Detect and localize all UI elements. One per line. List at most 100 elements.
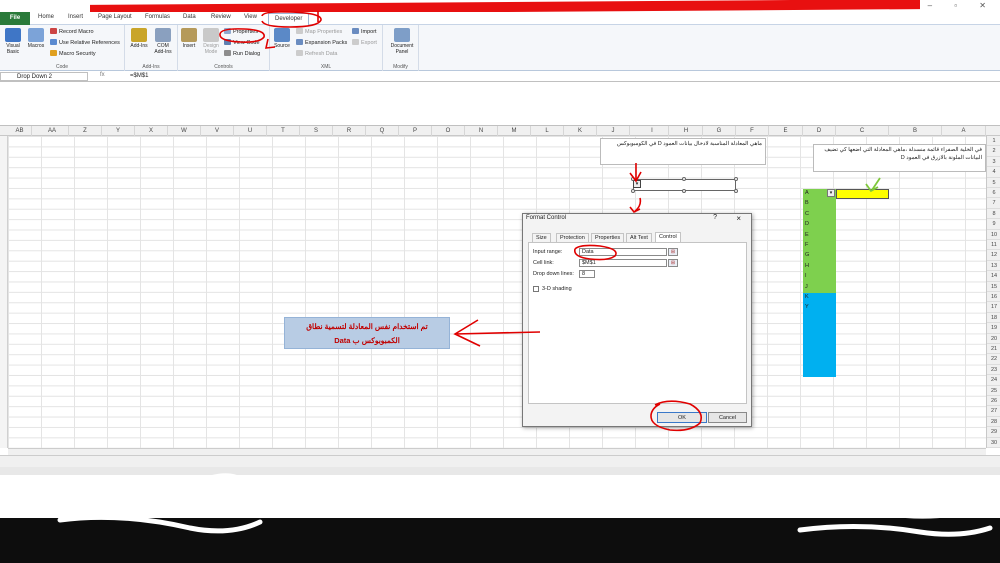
- column-header[interactable]: G: [703, 126, 736, 136]
- column-header[interactable]: K: [564, 126, 597, 136]
- row-header[interactable]: 27: [987, 406, 1000, 417]
- row-header[interactable]: 2: [987, 146, 1000, 157]
- row-header[interactable]: 23: [987, 365, 1000, 376]
- column-header[interactable]: Q: [366, 126, 399, 136]
- column-header[interactable]: L: [531, 126, 564, 136]
- row-header[interactable]: 29: [987, 427, 1000, 438]
- column-header[interactable]: H: [670, 126, 703, 136]
- view-code-button[interactable]: View Code: [224, 39, 260, 47]
- resize-handle[interactable]: [631, 189, 635, 193]
- run-dialog-button[interactable]: Run Dialog: [224, 50, 260, 58]
- cell-d[interactable]: D: [805, 221, 809, 227]
- row-header[interactable]: 16: [987, 292, 1000, 303]
- row-header[interactable]: 30: [987, 438, 1000, 448]
- cell-d[interactable]: A: [805, 190, 809, 196]
- column-header[interactable]: W: [168, 126, 201, 136]
- cell-d[interactable]: G: [805, 252, 809, 258]
- row-header[interactable]: 18: [987, 313, 1000, 324]
- macro-security-button[interactable]: Macro Security: [50, 50, 96, 58]
- column-header[interactable]: E: [769, 126, 803, 136]
- fx-label[interactable]: fx: [100, 72, 105, 78]
- column-header[interactable]: X: [135, 126, 168, 136]
- cell-grid[interactable]: [8, 136, 986, 448]
- row-header[interactable]: 7: [987, 198, 1000, 209]
- column-header[interactable]: I: [636, 126, 669, 136]
- resize-handle[interactable]: [734, 177, 738, 181]
- column-header[interactable]: AB: [8, 126, 32, 136]
- tab-insert[interactable]: Insert: [68, 14, 83, 20]
- cell-d[interactable]: J: [805, 284, 808, 290]
- sheet-tab-bar[interactable]: [0, 455, 1000, 467]
- cell-d[interactable]: I: [805, 273, 807, 279]
- row-header[interactable]: 28: [987, 417, 1000, 428]
- cell-d[interactable]: E: [805, 232, 809, 238]
- export-button[interactable]: Export: [352, 39, 377, 47]
- column-header[interactable]: B: [889, 126, 942, 136]
- row-header[interactable]: 20: [987, 334, 1000, 344]
- chevron-down-icon[interactable]: ▾: [633, 180, 641, 188]
- refresh-data-button[interactable]: Refresh Data: [296, 50, 337, 58]
- row-header[interactable]: 11: [987, 240, 1000, 251]
- row-header[interactable]: 17: [987, 302, 1000, 313]
- column-header[interactable]: N: [465, 126, 498, 136]
- tab-formulas[interactable]: Formulas: [145, 14, 170, 20]
- yellow-dropdown-cell[interactable]: [836, 189, 889, 199]
- row-header[interactable]: 5: [987, 178, 1000, 188]
- resize-handle[interactable]: [682, 177, 686, 181]
- cell-d[interactable]: Y: [805, 304, 809, 310]
- cell-d[interactable]: K: [805, 294, 809, 300]
- column-header[interactable]: F: [736, 126, 769, 136]
- column-header[interactable]: Y: [102, 126, 135, 136]
- tab-file[interactable]: File: [0, 12, 30, 25]
- column-header[interactable]: J: [597, 126, 630, 136]
- row-header[interactable]: 10: [987, 230, 1000, 240]
- row-header[interactable]: 24: [987, 375, 1000, 386]
- row-header[interactable]: 26: [987, 396, 1000, 407]
- row-header[interactable]: 9: [987, 219, 1000, 230]
- design-mode-button[interactable]: Design Mode: [200, 28, 222, 55]
- vertical-scrollbar[interactable]: [0, 136, 8, 448]
- tab-control[interactable]: Control: [655, 232, 681, 242]
- addins-button[interactable]: Add-Ins: [128, 28, 150, 49]
- column-header[interactable]: P: [399, 126, 432, 136]
- formula-input[interactable]: =$M$1: [130, 72, 149, 81]
- tab-properties[interactable]: Properties: [591, 233, 625, 242]
- row-header[interactable]: 21: [987, 344, 1000, 355]
- column-header[interactable]: C: [836, 126, 889, 136]
- name-box[interactable]: Drop Down 2: [0, 72, 88, 81]
- cell-d[interactable]: F: [805, 242, 808, 248]
- row-header[interactable]: 6: [987, 188, 1000, 199]
- tab-protection[interactable]: Protection: [556, 233, 589, 242]
- tab-page-layout[interactable]: Page Layout: [98, 14, 132, 20]
- insert-controls-button[interactable]: Insert: [178, 28, 200, 49]
- chevron-down-icon[interactable]: ▾: [827, 189, 835, 197]
- row-header[interactable]: 1: [987, 136, 1000, 147]
- record-macro-button[interactable]: Record Macro: [50, 28, 94, 36]
- visual-basic-button[interactable]: Visual Basic: [2, 28, 24, 55]
- column-header[interactable]: AA: [36, 126, 69, 136]
- row-header[interactable]: 22: [987, 354, 1000, 365]
- shading-checkbox[interactable]: [533, 286, 539, 292]
- column-header[interactable]: D: [803, 126, 836, 136]
- row-header[interactable]: 25: [987, 386, 1000, 396]
- column-header[interactable]: R: [333, 126, 366, 136]
- com-addins-button[interactable]: COM Add-Ins: [152, 28, 174, 55]
- column-header[interactable]: V: [201, 126, 234, 136]
- cell-link-field[interactable]: $M$1: [579, 259, 667, 267]
- resize-handle[interactable]: [682, 189, 686, 193]
- close-icon[interactable]: ×: [736, 214, 741, 223]
- tab-size[interactable]: Size: [532, 233, 551, 242]
- column-header[interactable]: T: [267, 126, 300, 136]
- row-header[interactable]: 12: [987, 250, 1000, 261]
- tab-view[interactable]: View: [244, 14, 257, 20]
- tab-data[interactable]: Data: [183, 14, 196, 20]
- help-icon[interactable]: ?: [713, 214, 717, 221]
- source-button[interactable]: Source: [271, 28, 293, 49]
- tab-review[interactable]: Review: [211, 14, 231, 20]
- cell-d[interactable]: B: [805, 200, 809, 206]
- relative-references-button[interactable]: Use Relative References: [50, 39, 120, 47]
- row-header[interactable]: 19: [987, 323, 1000, 334]
- drop-lines-field[interactable]: 8: [579, 270, 595, 278]
- macros-button[interactable]: Macros: [25, 28, 47, 49]
- column-header[interactable]: A: [942, 126, 986, 136]
